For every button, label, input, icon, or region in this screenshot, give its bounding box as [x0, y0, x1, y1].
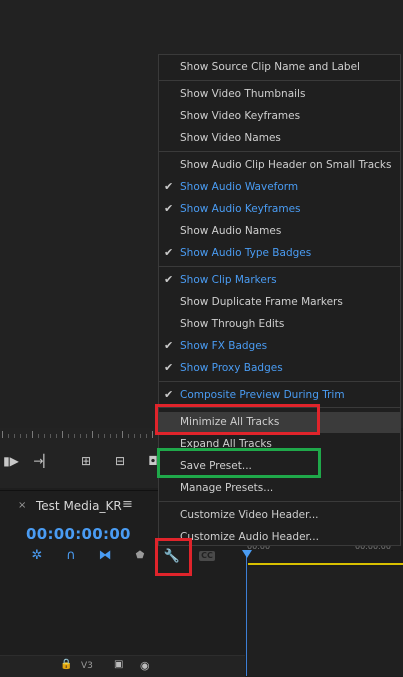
step-forward-icon[interactable]: →▏ — [33, 452, 53, 470]
menu-separator — [159, 151, 400, 152]
menu-item-label: Show Audio Names — [180, 225, 282, 237]
menu-separator — [159, 266, 400, 267]
checkmark-icon: ✔ — [164, 361, 174, 374]
menu-item-label: Show Video Names — [180, 132, 281, 144]
menu-item-show-clip-markers[interactable]: ✔ Show Clip Markers — [159, 270, 400, 291]
menu-item-label: Show Duplicate Frame Markers — [180, 296, 343, 308]
menu-item-label: Show Audio Clip Header on Small Tracks — [180, 159, 392, 171]
menu-item-customize-video-header[interactable]: Customize Video Header... — [159, 505, 400, 526]
menu-item-show-duplicate-frame-markers[interactable]: Show Duplicate Frame Markers — [159, 292, 400, 313]
menu-item-label: Show Audio Keyframes — [180, 203, 301, 215]
checkmark-icon: ✔ — [164, 180, 174, 193]
menu-separator — [159, 501, 400, 502]
ruler-tick — [92, 431, 93, 438]
playhead-timecode[interactable]: 00:00:00:00 — [26, 525, 131, 543]
playhead-handle[interactable] — [242, 550, 252, 558]
highlight-save-preset — [157, 448, 321, 478]
menu-item-label: Manage Presets... — [180, 482, 274, 494]
menu-item-show-audio-clip-header-on-small-tracks[interactable]: Show Audio Clip Header on Small Tracks — [159, 155, 400, 176]
timeline-tab-title[interactable]: Test Media_KR — [36, 499, 122, 513]
overwrite-icon[interactable]: ⊟ — [110, 452, 130, 470]
menu-item-label: Show Video Keyframes — [180, 110, 301, 122]
menu-item-label: Customize Video Header... — [180, 509, 319, 521]
menu-item-manage-presets[interactable]: Manage Presets... — [159, 478, 400, 499]
playhead-line[interactable] — [246, 555, 247, 676]
nest-sequence-icon[interactable]: ✲ — [28, 546, 46, 564]
highlight-minimize-all-tracks — [155, 404, 320, 435]
checkmark-icon: ✔ — [164, 246, 174, 259]
menu-item-label: Show Through Edits — [180, 318, 285, 330]
add-marker-icon[interactable]: ⬟ — [131, 546, 149, 564]
menu-item-composite-preview-during-trim[interactable]: ✔ Composite Preview During Trim — [159, 385, 400, 406]
ruler-tick — [122, 431, 123, 438]
menu-item-label: Customize Audio Header... — [180, 531, 319, 543]
ruler-tick — [62, 431, 63, 438]
captions-icon[interactable]: CC — [199, 551, 215, 561]
menu-item-show-proxy-badges[interactable]: ✔ Show Proxy Badges — [159, 358, 400, 379]
linked-selection-icon[interactable]: ⧓ — [96, 546, 114, 564]
sync-lock-film-icon[interactable]: ▣ — [114, 659, 123, 670]
checkmark-icon: ✔ — [164, 273, 174, 286]
ruler-tick — [2, 431, 3, 438]
lock-icon[interactable]: 🔒 — [60, 659, 72, 670]
tab-close-icon[interactable]: × — [18, 500, 26, 511]
menu-item-label: Show Audio Type Badges — [180, 247, 312, 259]
menu-item-show-source-clip-name-and-label[interactable]: Show Source Clip Name and Label — [159, 57, 400, 78]
menu-item-label: Show Video Thumbnails — [180, 88, 306, 100]
snap-magnet-icon[interactable]: ∩ — [62, 546, 80, 564]
menu-item-label: Show FX Badges — [180, 340, 268, 352]
menu-item-show-audio-waveform[interactable]: ✔ Show Audio Waveform — [159, 177, 400, 198]
menu-item-customize-audio-header[interactable]: Customize Audio Header... — [159, 527, 400, 548]
track-area[interactable] — [247, 567, 403, 676]
checkmark-icon: ✔ — [164, 388, 174, 401]
monitor-time-ruler[interactable] — [0, 428, 160, 438]
checkmark-icon: ✔ — [164, 339, 174, 352]
eye-icon[interactable]: ◉ — [140, 659, 150, 672]
insert-icon[interactable]: ⊞ — [76, 452, 96, 470]
ruler-tick — [32, 431, 33, 438]
menu-item-label: Show Audio Waveform — [180, 181, 299, 193]
menu-item-show-audio-names[interactable]: Show Audio Names — [159, 221, 400, 242]
menu-item-label: Composite Preview During Trim — [180, 389, 345, 401]
menu-item-show-audio-type-badges[interactable]: ✔ Show Audio Type Badges — [159, 243, 400, 264]
menu-item-show-video-keyframes[interactable]: Show Video Keyframes — [159, 106, 400, 127]
menu-item-label: Show Source Clip Name and Label — [180, 61, 360, 73]
menu-item-show-through-edits[interactable]: Show Through Edits — [159, 314, 400, 335]
menu-item-label: Show Clip Markers — [180, 274, 277, 286]
menu-item-show-fx-badges[interactable]: ✔ Show FX Badges — [159, 336, 400, 357]
menu-separator — [159, 381, 400, 382]
track-label[interactable]: V3 — [81, 661, 93, 671]
menu-item-show-audio-keyframes[interactable]: ✔ Show Audio Keyframes — [159, 199, 400, 220]
highlight-wrench-button — [155, 538, 192, 576]
menu-separator — [159, 80, 400, 81]
transport-controls: ▮▶ →▏ ⊞ ⊟ ◘ — [0, 438, 160, 488]
ruler-tick — [152, 431, 153, 438]
play-icon[interactable]: ▮▶ — [2, 452, 20, 470]
menu-item-show-video-thumbnails[interactable]: Show Video Thumbnails — [159, 84, 400, 105]
menu-item-show-video-names[interactable]: Show Video Names — [159, 128, 400, 149]
checkmark-icon: ✔ — [164, 202, 174, 215]
work-area-bar[interactable] — [248, 563, 403, 565]
panel-menu-icon[interactable]: ≡ — [122, 497, 133, 512]
menu-item-label: Show Proxy Badges — [180, 362, 283, 374]
